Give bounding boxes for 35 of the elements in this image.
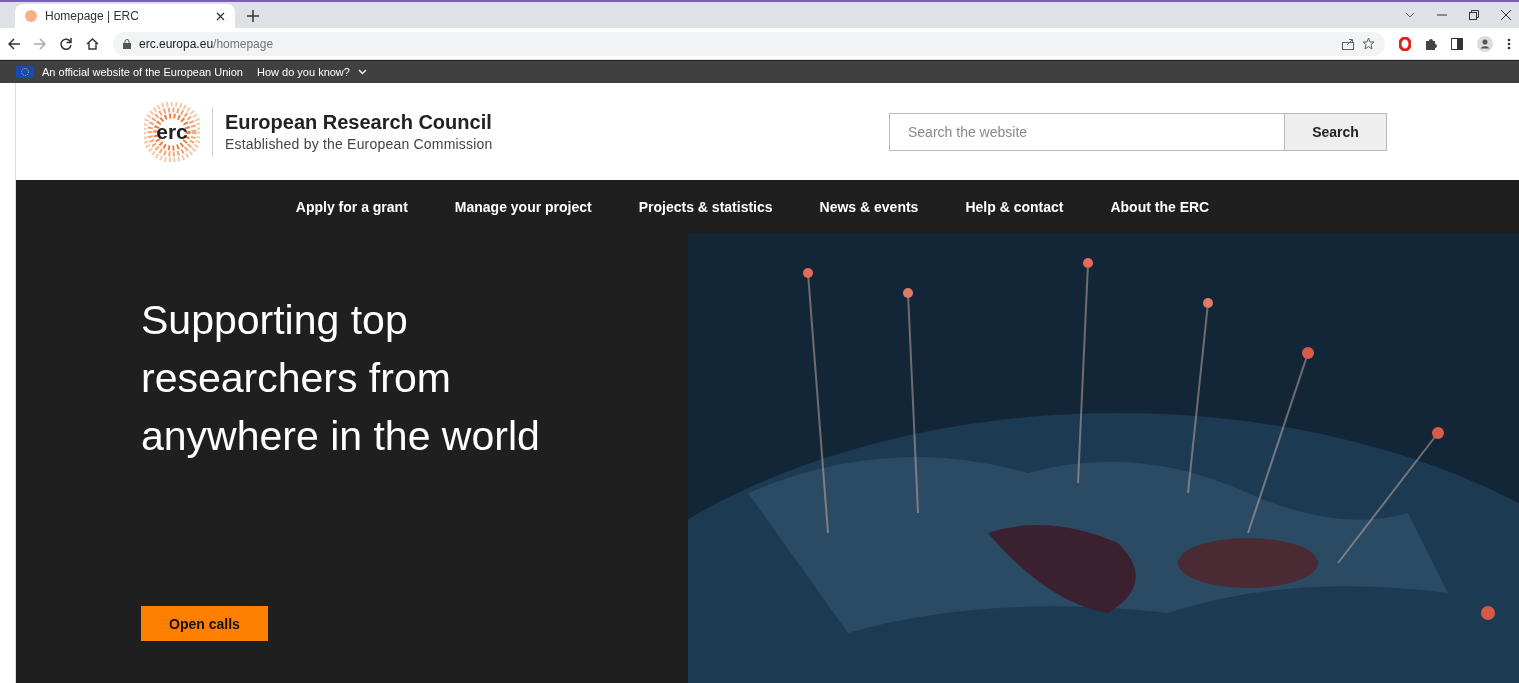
menu-icon[interactable]: [1507, 37, 1511, 50]
nav-link[interactable]: Apply for a grant: [295, 198, 408, 215]
close-icon[interactable]: [1501, 10, 1511, 20]
puzzle-icon[interactable]: [1425, 37, 1437, 50]
profile-icon[interactable]: [1477, 35, 1493, 52]
site-favicon: [25, 10, 37, 22]
reload-icon[interactable]: [60, 37, 72, 50]
hero-heading: Supporting top researchers from anywhere in the world: [141, 296, 541, 461]
how-do-you-know-link[interactable]: How do you know?: [257, 66, 350, 78]
chevron-down-icon[interactable]: [1405, 12, 1415, 18]
eu-flag-icon: [16, 66, 34, 78]
nav-link[interactable]: News & events: [819, 198, 919, 215]
home-icon[interactable]: [86, 37, 99, 50]
site-title: European Research Council: [225, 111, 493, 134]
close-icon[interactable]: [216, 11, 225, 21]
erc-logo[interactable]: erc: [144, 101, 200, 162]
official-site-text: An official website of the European Union: [42, 66, 243, 78]
back-arrow-icon[interactable]: [8, 37, 20, 50]
search-button[interactable]: Search: [1284, 113, 1386, 150]
star-icon[interactable]: [1362, 37, 1375, 50]
nav-link[interactable]: About the ERC: [1110, 198, 1210, 215]
restore-icon[interactable]: [1469, 10, 1479, 20]
opera-icon[interactable]: [1399, 36, 1411, 51]
browser-tab[interactable]: Homepage | ERC: [15, 4, 235, 28]
side-panel-icon[interactable]: [1451, 37, 1463, 50]
new-tab-icon[interactable]: [247, 10, 259, 22]
site-subtitle: Established by the European Commission: [225, 136, 493, 152]
search-field[interactable]: Search the website Search: [889, 112, 1387, 151]
nav-link[interactable]: Projects & statistics: [638, 198, 773, 215]
open-calls-button[interactable]: Open calls: [141, 606, 268, 641]
lock-icon: [123, 38, 131, 49]
address-bar[interactable]: erc.europa.eu/homepage: [113, 31, 1385, 56]
nav-link[interactable]: Manage your project: [454, 198, 592, 215]
share-icon[interactable]: [1342, 37, 1354, 50]
nav-link[interactable]: Help & contact: [965, 198, 1064, 215]
